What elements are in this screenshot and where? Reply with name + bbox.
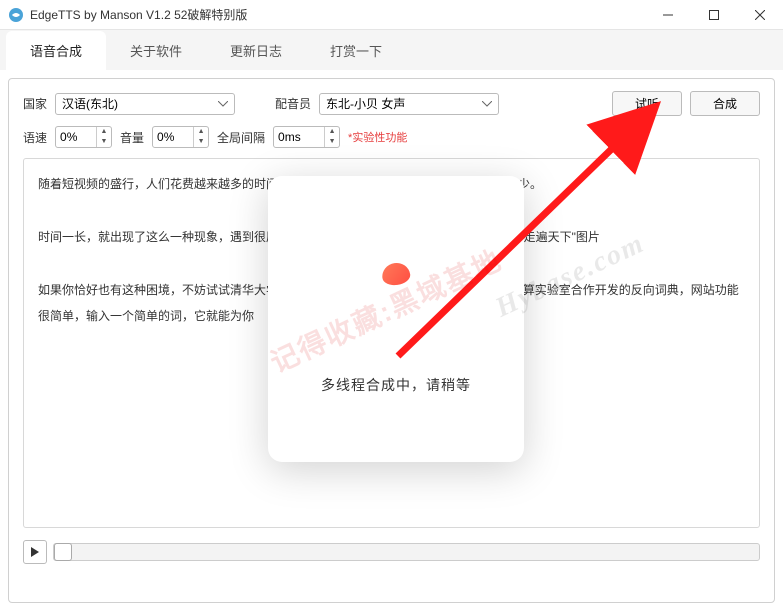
spin-down-icon[interactable]: ▼ xyxy=(97,137,111,147)
spin-up-icon[interactable]: ▲ xyxy=(97,127,111,137)
voice-value: 东北-小贝 女声 xyxy=(326,95,405,112)
chevron-down-icon xyxy=(482,101,492,107)
volume-input[interactable] xyxy=(153,130,193,144)
country-select[interactable]: 汉语(东北) xyxy=(55,93,235,115)
maximize-icon xyxy=(709,10,719,20)
loading-modal: 多线程合成中，请稍等 xyxy=(268,176,524,462)
speed-input[interactable] xyxy=(56,130,96,144)
minimize-button[interactable] xyxy=(645,0,691,30)
tab-donate[interactable]: 打赏一下 xyxy=(306,31,406,70)
experimental-label: *实验性功能 xyxy=(348,129,407,145)
spinner-icon xyxy=(381,261,412,287)
speed-label: 语速 xyxy=(23,129,47,146)
play-button[interactable] xyxy=(23,540,47,564)
spin-up-icon[interactable]: ▲ xyxy=(194,127,208,137)
spin-down-icon[interactable]: ▼ xyxy=(194,137,208,147)
app-icon xyxy=(8,7,24,23)
tab-changelog[interactable]: 更新日志 xyxy=(206,31,306,70)
close-icon xyxy=(755,10,765,20)
gap-spinner[interactable]: ▲▼ xyxy=(273,126,340,148)
country-value: 汉语(东北) xyxy=(62,95,118,112)
tab-tts[interactable]: 语音合成 xyxy=(6,31,106,70)
settings-row-1: 国家 汉语(东北) 配音员 东北-小贝 女声 试听 合成 xyxy=(23,91,760,116)
player-bar xyxy=(23,540,760,564)
play-icon xyxy=(30,547,40,557)
gap-label: 全局间隔 xyxy=(217,129,265,146)
maximize-button[interactable] xyxy=(691,0,737,30)
modal-message: 多线程合成中，请稍等 xyxy=(321,375,471,395)
settings-row-2: 语速 ▲▼ 音量 ▲▼ 全局间隔 ▲▼ *实验性功能 xyxy=(23,126,760,148)
tab-about[interactable]: 关于软件 xyxy=(106,31,206,70)
chevron-down-icon xyxy=(218,101,228,107)
volume-spinner[interactable]: ▲▼ xyxy=(152,126,209,148)
tab-bar: 语音合成 关于软件 更新日志 打赏一下 xyxy=(0,30,783,70)
titlebar: EdgeTTS by Manson V1.2 52破解特别版 xyxy=(0,0,783,30)
gap-input[interactable] xyxy=(274,130,324,144)
preview-button[interactable]: 试听 xyxy=(612,91,682,116)
voice-label: 配音员 xyxy=(275,95,311,112)
speed-spinner[interactable]: ▲▼ xyxy=(55,126,112,148)
voice-select[interactable]: 东北-小贝 女声 xyxy=(319,93,499,115)
window-controls xyxy=(645,0,783,29)
volume-label: 音量 xyxy=(120,129,144,146)
window-title: EdgeTTS by Manson V1.2 52破解特别版 xyxy=(30,6,645,23)
spin-down-icon[interactable]: ▼ xyxy=(325,137,339,147)
progress-slider[interactable] xyxy=(53,543,760,561)
close-button[interactable] xyxy=(737,0,783,30)
synthesize-button[interactable]: 合成 xyxy=(690,91,760,116)
spin-up-icon[interactable]: ▲ xyxy=(325,127,339,137)
minimize-icon xyxy=(663,10,673,20)
slider-thumb[interactable] xyxy=(54,543,72,561)
country-label: 国家 xyxy=(23,95,47,112)
